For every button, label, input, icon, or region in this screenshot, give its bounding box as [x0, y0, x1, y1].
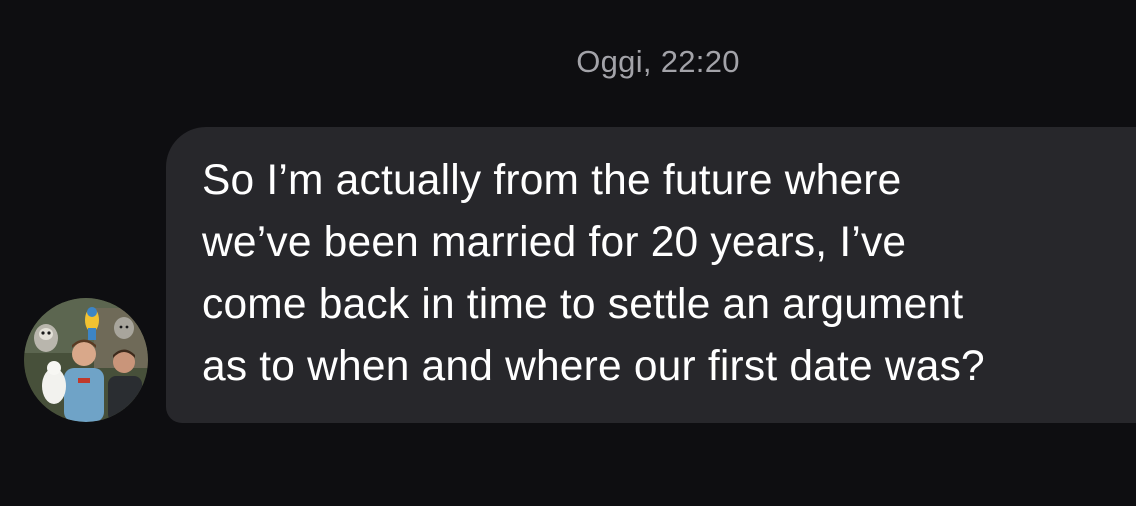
- chat-screen: Oggi, 22:20 So I’m actually from the fut…: [0, 0, 1136, 506]
- message-text: So I’m actually from the future where we…: [202, 157, 985, 390]
- sender-avatar[interactable]: [24, 298, 148, 422]
- message-timestamp: Oggi, 22:20: [576, 44, 740, 79]
- avatar-photo: [24, 298, 148, 422]
